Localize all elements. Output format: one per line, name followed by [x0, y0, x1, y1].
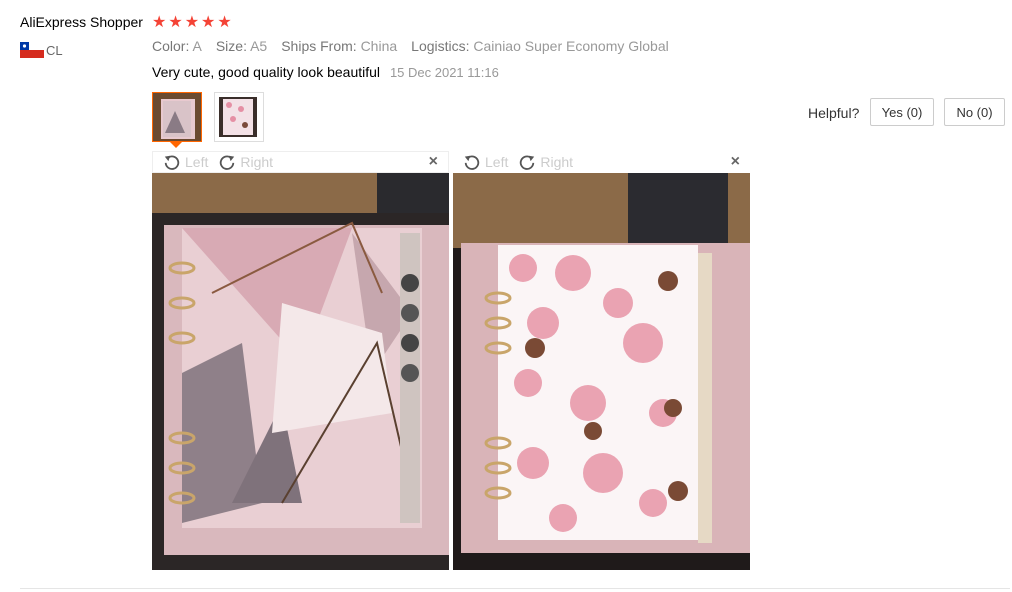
review-divider [20, 588, 1010, 589]
rotate-right-button[interactable]: Right [518, 153, 573, 171]
close-icon[interactable]: × [429, 153, 438, 171]
rotate-right-button[interactable]: Right [218, 153, 273, 171]
attribute-size: Size: A5 [215, 38, 268, 54]
selected-thumbnail-caret [170, 142, 182, 148]
chile-flag-icon [20, 42, 44, 58]
product-attributes: Color: A Size: A5 Ships From: China Logi… [152, 38, 669, 54]
rotate-right-icon [520, 155, 535, 170]
review-date: 15 Dec 2021 11:16 [389, 65, 499, 80]
review-body: Very cute, good quality look beautiful [152, 64, 381, 80]
helpful-label: Helpful? [808, 105, 860, 121]
image-2-toolbar: Left Right × [453, 151, 750, 173]
planner-photo [152, 173, 449, 570]
image-1-toolbar: Left Right × [152, 151, 449, 173]
review-photo-2[interactable] [453, 173, 750, 570]
helpful-no-button[interactable]: No (0) [944, 98, 1005, 126]
star-icon: ★ [168, 14, 183, 31]
star-icon: ★ [184, 14, 200, 31]
rating-stars: ★ ★ ★ ★ ★ [152, 14, 232, 32]
close-icon[interactable]: × [731, 153, 740, 171]
planner-photo [453, 173, 750, 570]
helpful-yes-button[interactable]: Yes (0) [870, 98, 934, 126]
review-photo-1[interactable] [152, 173, 449, 570]
rotate-left-icon [164, 155, 180, 170]
review-thumbnail-1[interactable] [152, 92, 202, 142]
thumbnail-image [215, 93, 263, 141]
reviewer-name: AliExpress Shopper [20, 14, 143, 30]
star-icon: ★ [201, 14, 216, 31]
star-icon: ★ [152, 14, 167, 31]
attribute-ships-from: Ships From: China [281, 38, 398, 54]
reviewer-country: CL [46, 43, 63, 58]
rotate-left-button[interactable]: Left [463, 153, 508, 171]
attribute-color: Color: A [152, 38, 202, 54]
rotate-left-button[interactable]: Left [163, 153, 208, 171]
rotate-right-icon [220, 155, 235, 170]
review-text: Very cute, good quality look beautiful 1… [152, 64, 499, 80]
attribute-logistics: Logistics: Cainiao Super Economy Global [411, 38, 669, 54]
thumbnail-image [153, 93, 201, 141]
review-thumbnail-2[interactable] [214, 92, 264, 142]
rotate-left-icon [464, 155, 480, 170]
star-icon: ★ [217, 14, 232, 31]
